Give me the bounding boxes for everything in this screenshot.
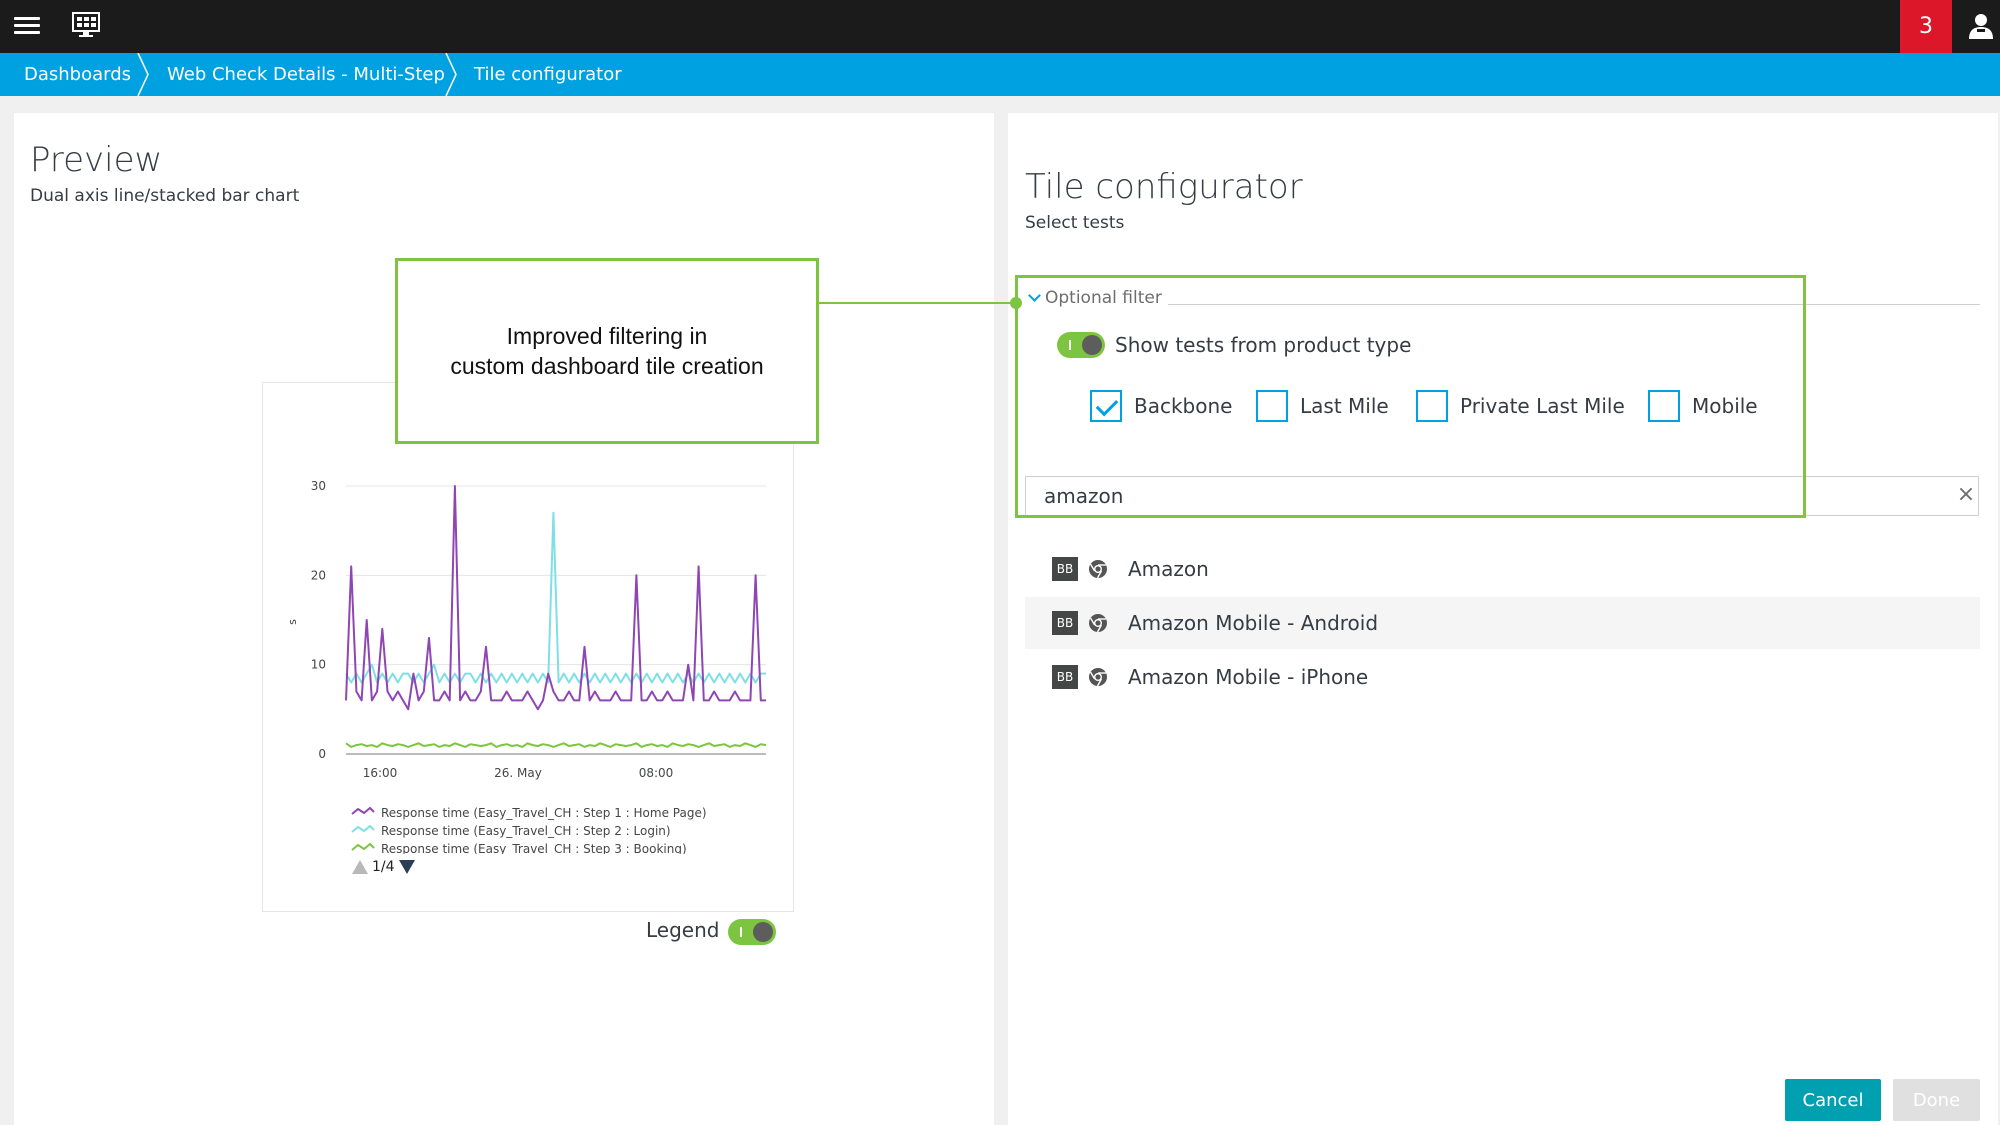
optional-filter-toggle[interactable]: Optional filter	[1028, 287, 1162, 309]
test-search-input[interactable]	[1025, 476, 1979, 516]
checkbox-backbone[interactable]: Backbone	[1090, 390, 1232, 422]
callout-connector-dot	[1010, 297, 1022, 309]
result-label: Amazon	[1128, 557, 1209, 581]
preview-subtitle: Dual axis line/stacked bar chart	[30, 186, 300, 206]
callout-box: Improved filtering in custom dashboard t…	[395, 258, 819, 444]
checkbox-last-mile-label: Last Mile	[1300, 394, 1389, 418]
callout-text-line1: Improved filtering in	[506, 323, 708, 349]
checkbox-mobile[interactable]: Mobile	[1648, 390, 1758, 422]
chrome-browser-icon	[1089, 668, 1107, 687]
legend-toggle-label: Legend	[646, 918, 720, 942]
checkbox-last-mile-box[interactable]	[1256, 390, 1288, 422]
legend-item-step1: Response time (Easy_Travel_CH : Step 1 :…	[381, 806, 707, 820]
checkbox-private-last-mile[interactable]: Private Last Mile	[1416, 390, 1625, 422]
top-bar: 3	[0, 0, 2000, 53]
result-item-amazon[interactable]: BB Amazon	[1025, 543, 1980, 595]
divider	[1168, 304, 1980, 305]
backbone-badge: BB	[1052, 665, 1078, 689]
checkbox-private-last-mile-box[interactable]	[1416, 390, 1448, 422]
checkbox-private-last-mile-label: Private Last Mile	[1460, 394, 1625, 418]
legend-prev-page-icon[interactable]	[352, 860, 368, 874]
breadcrumb-separator-icon	[137, 53, 149, 96]
chrome-browser-icon	[1089, 614, 1107, 633]
hamburger-menu-icon[interactable]	[14, 13, 40, 39]
dashboard-icon[interactable]	[72, 12, 100, 38]
preview-title: Preview	[30, 140, 163, 180]
legend-page-indicator: 1/4	[372, 859, 395, 875]
done-button: Done	[1893, 1079, 1980, 1121]
optional-filter-label: Optional filter	[1045, 288, 1162, 308]
result-label: Amazon Mobile - iPhone	[1128, 665, 1369, 689]
checkbox-mobile-box[interactable]	[1648, 390, 1680, 422]
result-label: Amazon Mobile - Android	[1128, 611, 1379, 635]
checkbox-backbone-box[interactable]	[1090, 390, 1122, 422]
cancel-button[interactable]: Cancel	[1785, 1079, 1881, 1121]
legend-item-step2: Response time (Easy_Travel_CH : Step 2 :…	[381, 824, 671, 838]
chrome-browser-icon	[1089, 560, 1107, 579]
chevron-down-icon	[1028, 289, 1041, 302]
result-item-amazon-mobile-android[interactable]: BB Amazon Mobile - Android	[1025, 597, 1980, 649]
legend-item-step3: Response time (Easy_Travel_CH : Step 3 :…	[381, 842, 687, 854]
breadcrumb-web-check-details[interactable]: Web Check Details - Multi-Step	[167, 53, 445, 96]
configurator-title: Tile configurator	[1025, 167, 1303, 207]
legend-next-page-icon[interactable]	[398, 860, 415, 874]
backbone-badge: BB	[1052, 611, 1078, 635]
callout-text-line2: custom dashboard tile creation	[450, 353, 764, 379]
result-item-amazon-mobile-iphone[interactable]: BB Amazon Mobile - iPhone	[1025, 651, 1980, 703]
callout-connector	[819, 302, 1015, 304]
product-type-toggle-label: Show tests from product type	[1115, 333, 1412, 357]
breadcrumb: Dashboards Web Check Details - Multi-Ste…	[0, 53, 2000, 96]
user-icon[interactable]	[1968, 12, 1994, 40]
notification-badge[interactable]: 3	[1900, 0, 1952, 53]
legend-toggle[interactable]	[728, 919, 776, 945]
breadcrumb-tile-configurator: Tile configurator	[474, 64, 622, 85]
checkbox-mobile-label: Mobile	[1692, 394, 1758, 418]
breadcrumb-dashboards[interactable]: Dashboards	[24, 53, 131, 96]
checkbox-backbone-label: Backbone	[1134, 394, 1233, 418]
backbone-badge: BB	[1052, 557, 1078, 581]
configurator-subtitle: Select tests	[1025, 213, 1125, 233]
product-type-toggle[interactable]	[1057, 332, 1105, 358]
legend-pager: 1/4	[352, 858, 415, 876]
breadcrumb-separator-icon	[445, 53, 457, 96]
checkbox-last-mile[interactable]: Last Mile	[1256, 390, 1389, 422]
clear-search-icon[interactable]: ×	[1955, 484, 1977, 506]
